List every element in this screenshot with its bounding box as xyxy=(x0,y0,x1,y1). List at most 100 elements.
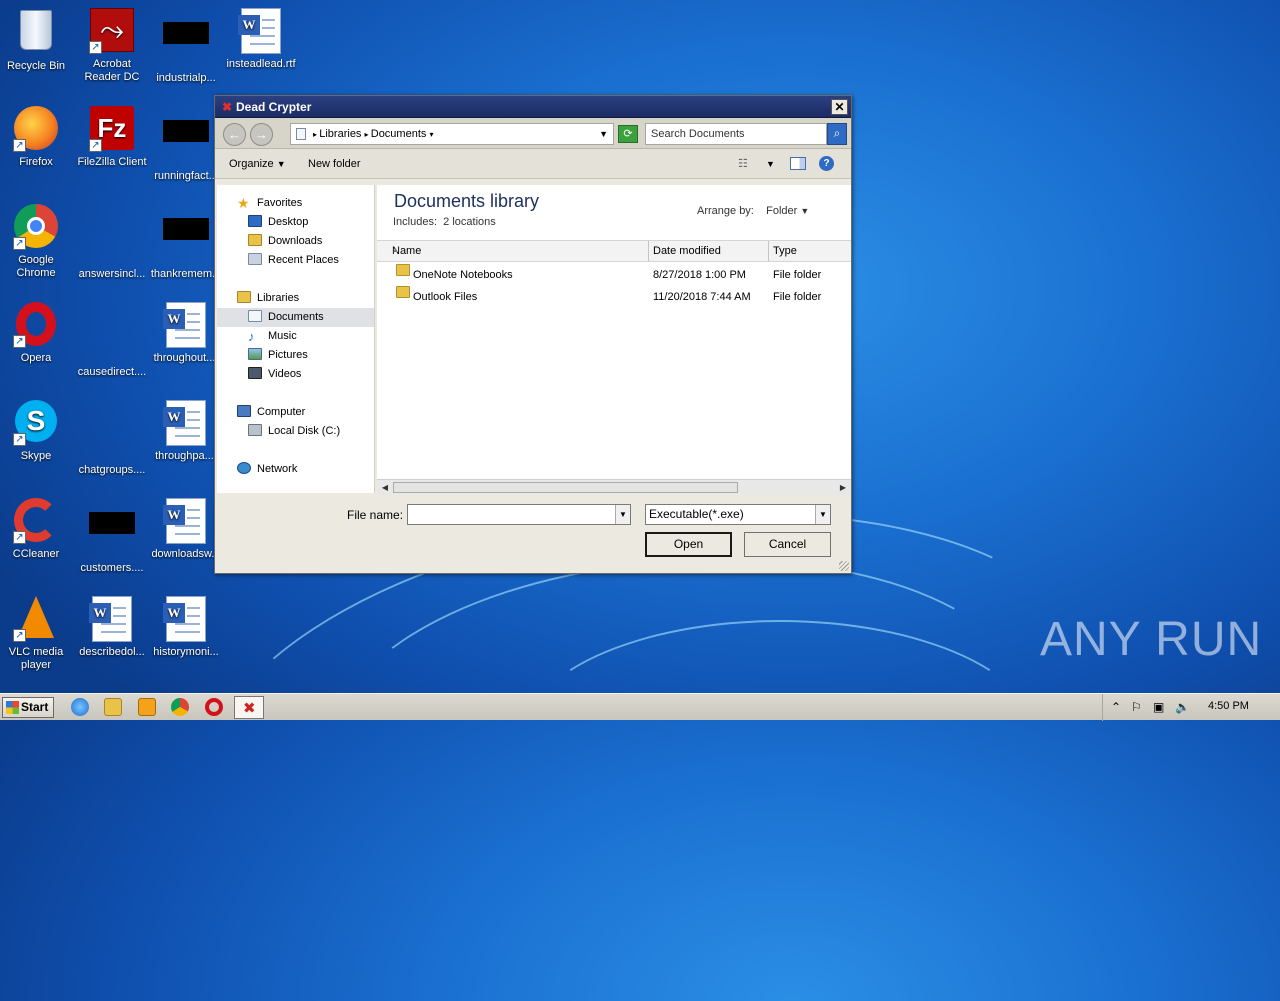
column-header-type[interactable]: Type xyxy=(773,241,797,261)
breadcrumb[interactable]: ▸ Libraries ▸ Documents ▾ ▼ xyxy=(290,123,614,145)
close-button[interactable]: ✕ xyxy=(831,99,848,115)
desktop-icon-file[interactable]: W insteadlead.rtf xyxy=(223,8,299,71)
column-divider[interactable] xyxy=(768,241,769,261)
nav-libraries[interactable]: Libraries xyxy=(237,289,299,308)
file-type-select[interactable]: Executable(*.exe) ▼ xyxy=(645,504,831,525)
chevron-down-icon[interactable]: ▼ xyxy=(766,149,775,179)
scroll-left-icon[interactable]: ◀ xyxy=(378,481,392,494)
videos-icon xyxy=(248,367,262,379)
desktop-icon-file[interactable]: answersincl... xyxy=(74,204,150,281)
word-doc-icon: W xyxy=(163,596,206,642)
desktop-icon-ccleaner[interactable]: ↗ CCleaner xyxy=(0,498,74,561)
recent-places-icon xyxy=(248,253,262,265)
filename-input[interactable] xyxy=(407,504,631,525)
chevron-down-icon[interactable]: ▼ xyxy=(615,505,630,524)
dialog-titlebar[interactable]: ✖ Dead Crypter ✕ xyxy=(215,96,851,118)
organize-button[interactable]: Organize ▼ xyxy=(229,149,286,179)
start-button[interactable]: Start xyxy=(2,697,54,718)
file-row[interactable]: Outlook Files 11/20/2018 7:44 AM File fo… xyxy=(377,286,851,308)
taskbar-item-dead-crypter[interactable]: ✖ xyxy=(234,696,264,719)
breadcrumb-libraries[interactable]: Libraries xyxy=(319,128,361,140)
file-list-pane: Documents library Includes: 2 locations … xyxy=(377,185,851,493)
column-header-date[interactable]: Date modified xyxy=(653,241,721,261)
disk-icon xyxy=(248,424,262,436)
nav-documents[interactable]: Documents xyxy=(217,308,374,327)
library-includes[interactable]: Includes: 2 locations xyxy=(393,216,496,228)
nav-local-disk[interactable]: Local Disk (C:) xyxy=(248,422,340,441)
nav-desktop[interactable]: Desktop xyxy=(248,213,308,232)
cancel-button[interactable]: Cancel xyxy=(744,532,831,557)
file-date: 8/27/2018 1:00 PM xyxy=(653,269,746,281)
desktop-icon-chrome[interactable]: ↗ Google Chrome xyxy=(0,204,74,280)
refresh-button[interactable]: ⟳ xyxy=(618,125,638,143)
desktop-icon-file[interactable]: runningfact... xyxy=(148,106,224,183)
desktop-icon-firefox[interactable]: ↗ Firefox xyxy=(0,106,74,169)
internet-explorer-icon[interactable] xyxy=(71,698,89,716)
shortcut-arrow-icon: ↗ xyxy=(13,433,26,446)
volume-icon[interactable]: 🔈 xyxy=(1175,700,1190,714)
open-button[interactable]: Open xyxy=(645,532,732,557)
icon-label: causedirect.... xyxy=(77,366,147,378)
scrollbar-thumb[interactable] xyxy=(393,482,738,493)
nav-network[interactable]: Network xyxy=(237,460,297,479)
word-doc-icon: W xyxy=(163,498,206,544)
chevron-down-icon[interactable]: ▼ xyxy=(815,505,830,524)
shortcut-arrow-icon: ↗ xyxy=(13,335,26,348)
forward-button[interactable]: → xyxy=(250,123,273,146)
nav-computer[interactable]: Computer xyxy=(237,403,305,422)
desktop-icon-file[interactable]: W throughout.... xyxy=(148,302,224,365)
preview-pane-icon[interactable] xyxy=(790,157,806,170)
nav-music[interactable]: ♪ Music xyxy=(248,327,297,346)
desktop-icon-filezilla[interactable]: Fz ↗ FileZilla Client xyxy=(74,106,150,169)
nav-videos[interactable]: Videos xyxy=(248,365,301,384)
show-hidden-icons-icon[interactable]: ⌃ xyxy=(1111,700,1121,714)
back-button[interactable]: ← xyxy=(223,123,246,146)
desktop-icon-file[interactable]: W historymoni... xyxy=(148,596,224,659)
icon-label: Opera xyxy=(20,352,52,364)
search-button[interactable]: ⌕ xyxy=(827,123,847,145)
arrange-by-dropdown[interactable]: Folder ▼ xyxy=(766,205,809,217)
desktop-icon-file[interactable]: W downloadsw... xyxy=(148,498,224,561)
chrome-icon[interactable] xyxy=(171,698,189,716)
views-icon[interactable]: ☷ xyxy=(738,149,748,179)
column-divider[interactable] xyxy=(648,241,649,261)
file-type: File folder xyxy=(773,269,822,281)
anyrun-watermark: ANY RUN xyxy=(1040,613,1263,666)
media-player-icon[interactable] xyxy=(138,698,156,716)
icon-label: chatgroups.... xyxy=(78,464,146,476)
desktop-icon-file[interactable]: W throughpa.... xyxy=(148,400,224,463)
desktop-icon-file[interactable]: industrialp... xyxy=(148,8,224,85)
desktop-icon-opera[interactable]: ↗ Opera xyxy=(0,302,74,365)
scroll-right-icon[interactable]: ▶ xyxy=(836,481,850,494)
desktop-icon-acrobat[interactable]: ⤳ ↗ Acrobat Reader DC xyxy=(74,8,150,84)
resize-grip[interactable] xyxy=(839,561,849,571)
desktop-icon-vlc[interactable]: ↗ VLC media player xyxy=(0,596,74,672)
opera-icon[interactable] xyxy=(205,698,223,716)
desktop-icon-skype[interactable]: S ↗ Skype xyxy=(0,400,74,463)
desktop-icon-file[interactable]: customers.... xyxy=(74,498,150,575)
nav-downloads[interactable]: Downloads xyxy=(248,232,322,251)
desktop-icon-file[interactable]: thankremem... xyxy=(148,204,224,281)
help-icon[interactable]: ? xyxy=(819,156,834,171)
chevron-down-icon[interactable]: ▼ xyxy=(599,124,608,144)
nav-pictures[interactable]: Pictures xyxy=(248,346,308,365)
nav-recent-places[interactable]: Recent Places xyxy=(248,251,339,270)
network-icon[interactable]: ▣ xyxy=(1153,700,1164,714)
nav-favorites[interactable]: ★ Favorites xyxy=(237,194,302,213)
desktop-icon-recycle-bin[interactable]: Recycle Bin xyxy=(0,8,74,73)
taskbar: Start ✖ ⌃ ⚐ ▣ 🔈 4:50 PM xyxy=(0,693,1280,721)
desktop-icon-file[interactable]: causedirect.... xyxy=(74,302,150,379)
desktop-icon-file[interactable]: chatgroups.... xyxy=(74,400,150,477)
desktop-icon-file[interactable]: W describedol... xyxy=(74,596,150,659)
horizontal-scrollbar[interactable]: ◀ ▶ xyxy=(377,479,851,495)
clock[interactable]: 4:50 PM xyxy=(1208,700,1249,712)
icon-label: insteadlead.rtf xyxy=(226,58,296,70)
explorer-icon[interactable] xyxy=(104,698,122,716)
breadcrumb-documents[interactable]: Documents xyxy=(371,128,427,140)
downloads-icon xyxy=(248,234,262,246)
new-folder-button[interactable]: New folder xyxy=(308,149,361,179)
search-input[interactable]: Search Documents xyxy=(645,123,827,145)
file-row[interactable]: OneNote Notebooks 8/27/2018 1:00 PM File… xyxy=(377,264,851,286)
action-center-flag-icon[interactable]: ⚐ xyxy=(1131,700,1142,714)
documents-icon xyxy=(248,310,262,322)
